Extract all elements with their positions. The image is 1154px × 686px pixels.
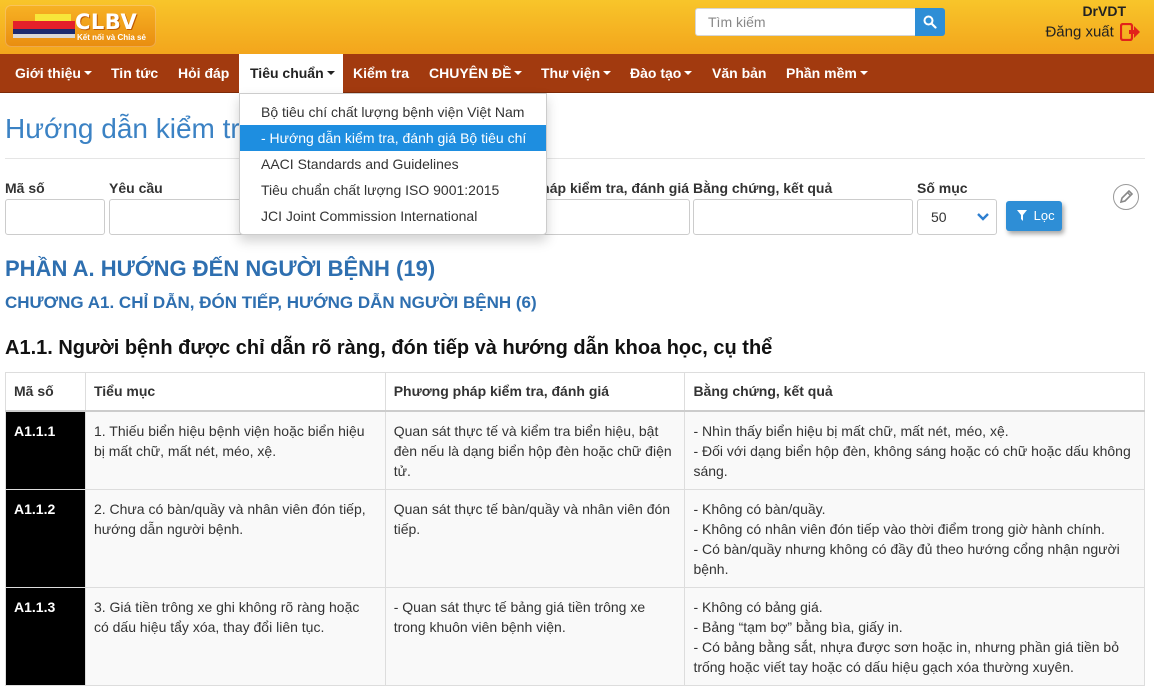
logo-tagline: Kết nối và Chia sẻ [77, 33, 146, 42]
search-box [695, 8, 945, 36]
row-code: A1.1.3 [5, 586, 86, 686]
table-row: A1.1.2 2. Chưa có bàn/quầy và nhân viên … [5, 488, 1145, 588]
row-code: A1.1.2 [5, 488, 86, 588]
caret-down-icon [326, 71, 335, 76]
nav-kiem-tra[interactable]: Kiểm tra [353, 54, 409, 92]
chevron-down-icon [977, 213, 989, 221]
chapter-heading: CHƯƠNG A1. CHỈ DẪN, ĐÓN TIẾP, HƯỚNG DẪN … [5, 293, 537, 312]
row-evidence: - Nhìn thấy biển hiệu bị mất chữ, mất né… [684, 410, 1145, 490]
search-button[interactable] [915, 8, 945, 36]
table-row: A1.1.1 1. Thiếu biển hiệu bệnh viện hoặc… [5, 410, 1145, 490]
username[interactable]: DrVDT [1045, 3, 1126, 19]
nav-dao-tao[interactable]: Đào tạo [630, 54, 693, 92]
section-heading: A1.1. Người bệnh được chỉ dẫn rõ ràng, đ… [5, 337, 773, 359]
filter-label-requirement: Yêu cầu [109, 180, 163, 196]
top-header: CLBV Kết nối và Chia sẻ DrVDT Đăng xuất [0, 0, 1154, 54]
row-item: 2. Chưa có bàn/quầy và nhân viên đón tiế… [84, 488, 386, 588]
logout-icon [1119, 22, 1140, 42]
filter-label-code: Mã số [5, 180, 45, 196]
nav-tieu-chuan[interactable]: Tiêu chuẩn [239, 54, 343, 93]
row-method: Quan sát thực tế bàn/quầy và nhân viên đ… [384, 488, 686, 588]
logo-brand: CLBV [75, 10, 138, 34]
pencil-icon [1119, 190, 1133, 204]
logout-label: Đăng xuất [1045, 23, 1114, 41]
caret-down-icon [83, 71, 92, 76]
filter-evidence-input[interactable] [693, 199, 913, 235]
nav-thu-vien[interactable]: Thư viện [541, 54, 612, 92]
dropdown-item-huong-dan[interactable]: - Hướng dẫn kiểm tra, đánh giá Bộ tiêu c… [240, 125, 546, 151]
site-logo[interactable]: CLBV Kết nối và Chia sẻ [5, 5, 156, 47]
dropdown-item-jci[interactable]: JCI Joint Commission International [240, 203, 546, 229]
nav-hoi-dap[interactable]: Hỏi đáp [178, 54, 229, 92]
search-input[interactable] [695, 8, 916, 36]
criteria-table: Mã số Tiểu mục Phương pháp kiểm tra, đán… [5, 372, 1145, 686]
edit-button[interactable] [1113, 184, 1139, 210]
filter-label-page-size: Số mục [917, 180, 968, 196]
filter-label-evidence: Bằng chứng, kết quả [693, 180, 833, 196]
row-evidence: - Không có bàn/quầy. - Không có nhân viê… [684, 488, 1145, 588]
caret-down-icon [684, 71, 693, 76]
filter-code-input[interactable] [5, 199, 105, 235]
search-icon [923, 15, 937, 29]
nav-tin-tuc[interactable]: Tin tức [111, 54, 158, 92]
row-evidence: - Không có bảng giá. - Bảng “tạm bợ” bằn… [684, 586, 1145, 686]
nav-phan-mem[interactable]: Phần mềm [786, 54, 868, 92]
logout-link[interactable]: Đăng xuất [1045, 22, 1140, 42]
page-size-value: 50 [931, 209, 947, 225]
dropdown-item-aaci[interactable]: AACI Standards and Guidelines [240, 151, 546, 177]
row-code: A1.1.1 [5, 410, 86, 490]
nav-van-ban[interactable]: Văn bản [712, 54, 766, 92]
dropdown-item-bo-tieu-chi[interactable]: Bộ tiêu chí chất lượng bệnh viện Việt Na… [240, 99, 546, 125]
dropdown-item-iso[interactable]: Tiêu chuẩn chất lượng ISO 9001:2015 [240, 177, 546, 203]
filter-button-label: Lọc [1033, 208, 1055, 223]
tieu-chuan-dropdown: Bộ tiêu chí chất lượng bệnh viện Việt Na… [239, 93, 547, 235]
row-method: Quan sát thực tế và kiểm tra biển hiệu, … [384, 410, 686, 490]
nav-chuyen-de[interactable]: CHUYÊN ĐỀ [429, 54, 523, 92]
header-evidence[interactable]: Bằng chứng, kết quả [684, 372, 1145, 412]
row-method: - Quan sát thực tế bảng giá tiền trông x… [384, 586, 686, 686]
header-method[interactable]: Phương pháp kiểm tra, đánh giá [384, 372, 686, 412]
filter-button[interactable]: Lọc [1006, 201, 1062, 231]
user-panel: DrVDT Đăng xuất [1045, 3, 1140, 42]
caret-down-icon [514, 71, 523, 76]
table-header-row: Mã số Tiểu mục Phương pháp kiểm tra, đán… [5, 372, 1145, 412]
funnel-icon [1017, 210, 1027, 222]
nav-gioi-thieu[interactable]: Giới thiệu [15, 54, 92, 92]
caret-down-icon [603, 71, 612, 76]
row-item: 1. Thiếu biển hiệu bệnh viện hoặc biển h… [84, 410, 386, 490]
caret-down-icon [859, 71, 868, 76]
main-nav: Giới thiệu Tin tức Hỏi đáp Tiêu chuẩn Ki… [0, 54, 1154, 93]
header-code[interactable]: Mã số [5, 372, 86, 412]
page-size-select[interactable]: 50 [917, 199, 997, 235]
title-divider [5, 158, 1145, 159]
table-row: A1.1.3 3. Giá tiền trông xe ghi không rõ… [5, 586, 1145, 686]
header-item[interactable]: Tiểu mục [84, 372, 386, 412]
row-item: 3. Giá tiền trông xe ghi không rõ ràng h… [84, 586, 386, 686]
part-heading: PHẦN A. HƯỚNG ĐẾN NGƯỜI BỆNH (19) [5, 256, 436, 281]
